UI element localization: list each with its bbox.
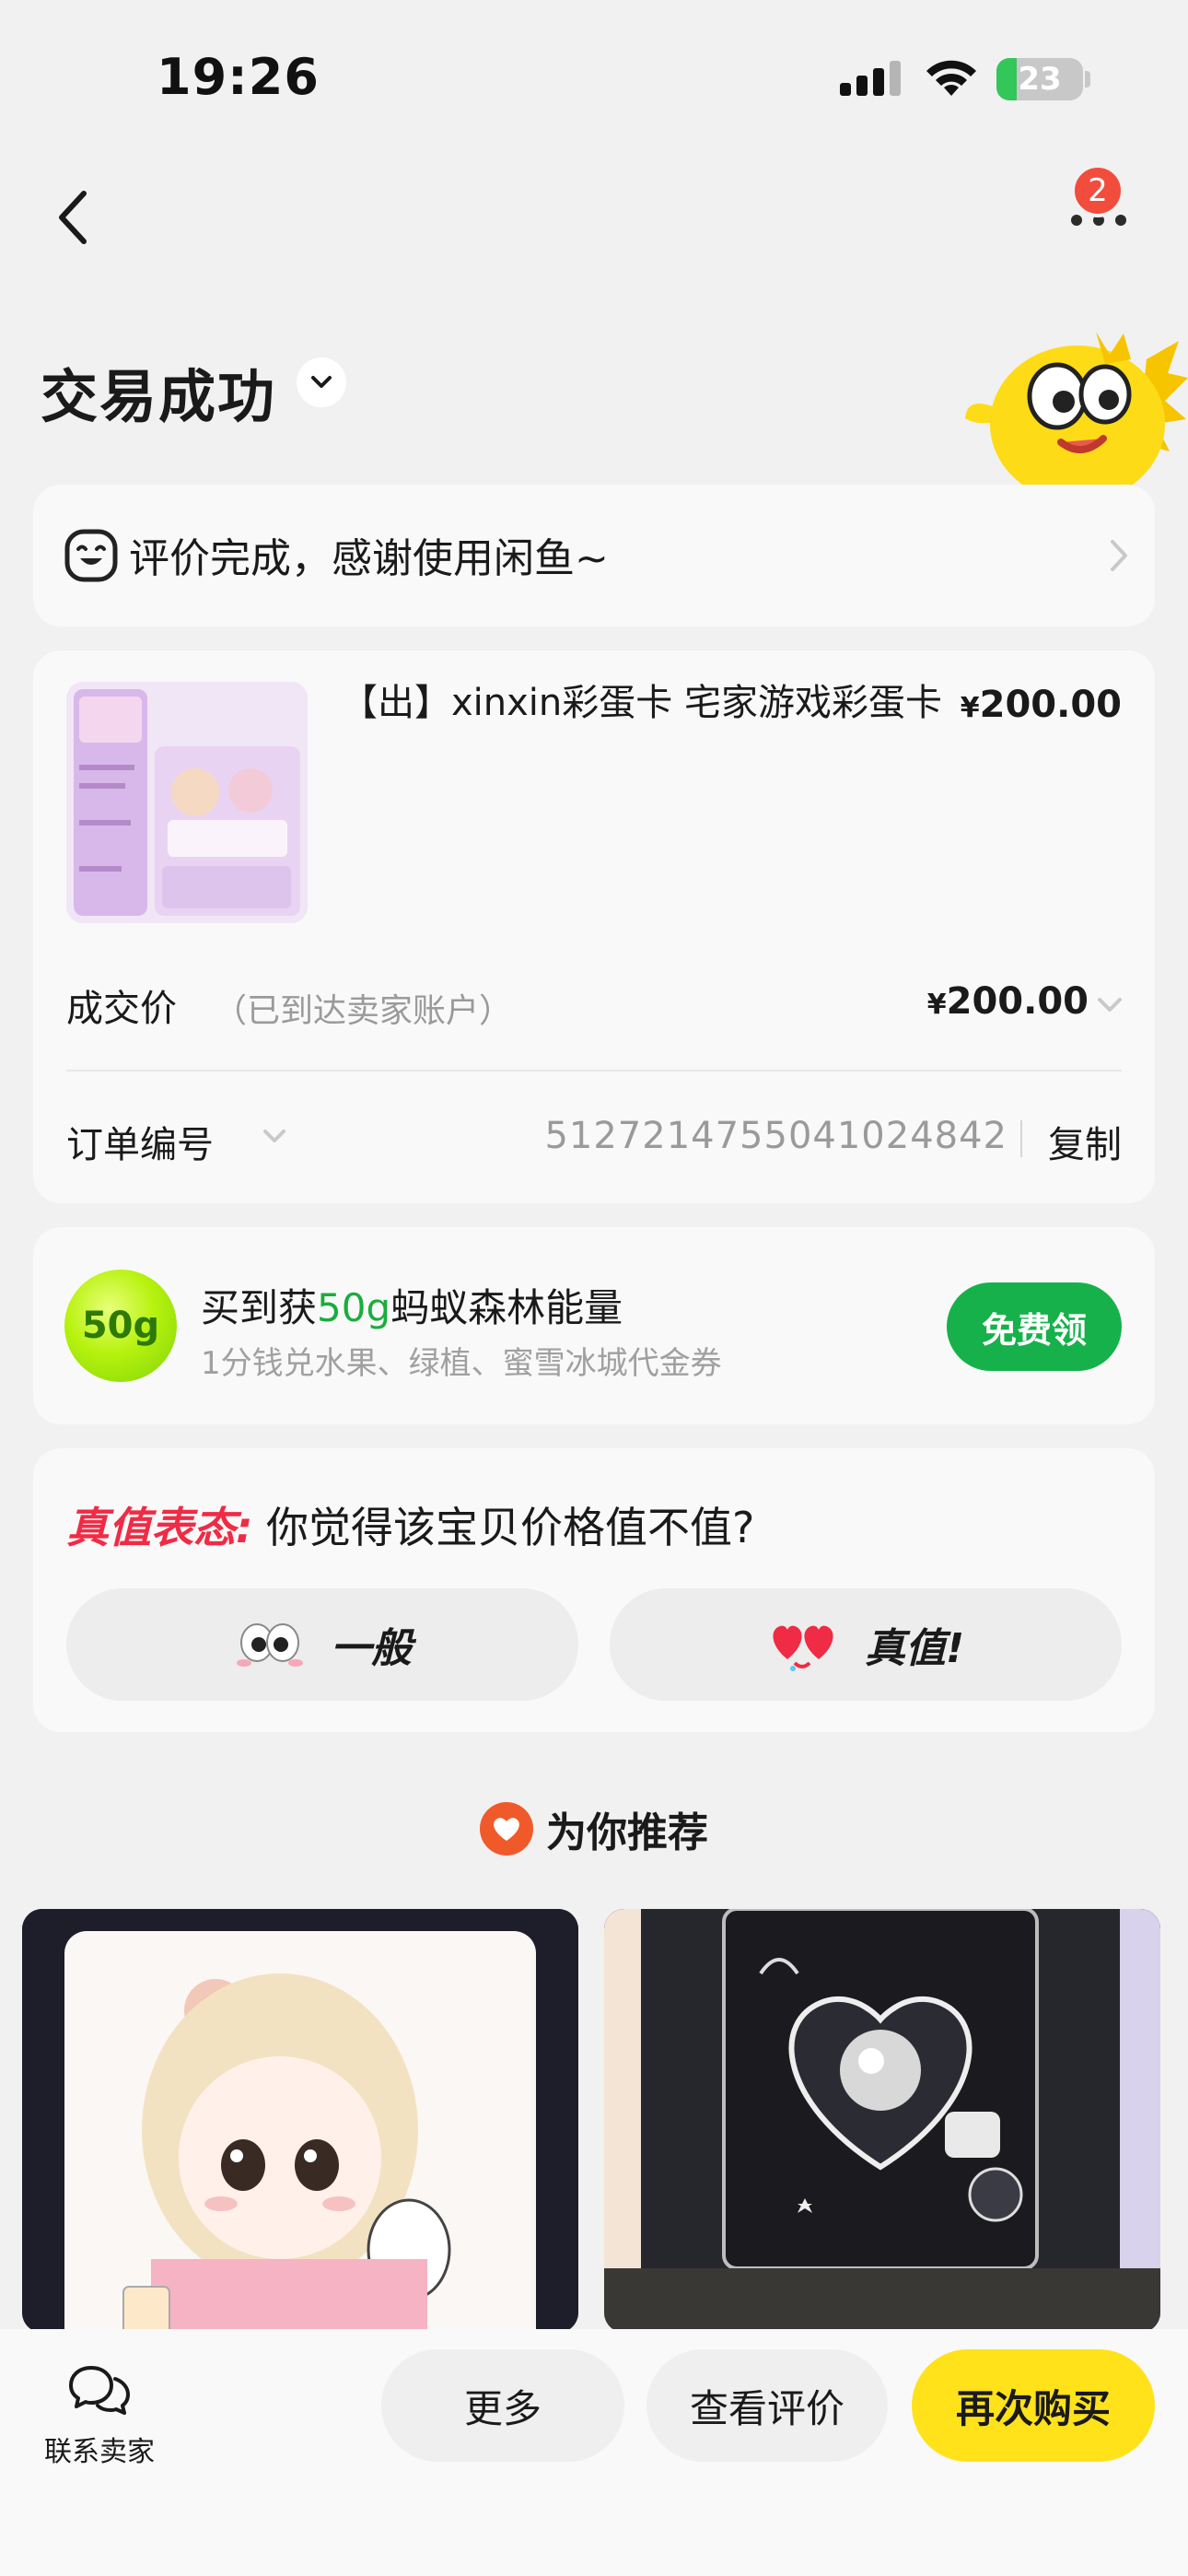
recommend-item-image[interactable] (22, 1909, 578, 2333)
value-poll-question: 真值表态: 你觉得该宝贝价格值不值? (66, 1494, 754, 1555)
energy-subtitle: 1分钱兑水果、绿植、蜜雪冰城代金券 (201, 1345, 722, 1382)
recommend-item-image[interactable] (604, 1909, 1160, 2333)
smile-icon (64, 529, 118, 582)
product-price: ¥200.00 (961, 684, 1122, 726)
energy-amount: 50g (317, 1285, 391, 1330)
review-complete-text: 评价完成，感谢使用闲鱼~ (129, 535, 609, 582)
option-meh-button[interactable]: 一般 (66, 1588, 578, 1701)
status-time: 19:26 (157, 48, 320, 106)
fish-mascot-image (965, 332, 1188, 488)
contact-seller-label: 联系卖家 (44, 2436, 155, 2468)
buy-again-button[interactable]: 再次购买 (912, 2349, 1155, 2462)
cellular-signal-icon (840, 61, 901, 96)
view-review-button[interactable]: 查看评价 (646, 2349, 888, 2462)
deal-price[interactable]: ¥200.00 (927, 980, 1089, 1023)
eyes-emoji-icon (237, 1623, 303, 1667)
back-arrow-icon (59, 191, 87, 244)
order-card: 【出】xinxin彩蛋卡 宅家游戏彩蛋卡 ¥200.00 成交价 （已到达卖家账… (33, 650, 1155, 1203)
energy-badge: 50g (64, 1270, 177, 1382)
more-dots-icon (1071, 215, 1082, 226)
heart-eyes-emoji-icon (773, 1625, 833, 1671)
currency-symbol: ¥ (926, 989, 947, 1021)
status-expand-button[interactable] (297, 357, 346, 407)
battery-level-text: 23 (1018, 61, 1062, 98)
chevron-down-icon[interactable] (1094, 991, 1125, 1019)
copy-button[interactable]: 复制 (1048, 1115, 1122, 1168)
energy-title: 买到获50g蚂蚁森林能量 (201, 1277, 623, 1333)
review-complete-banner[interactable]: 评价完成，感谢使用闲鱼~ (33, 485, 1155, 626)
heart-icon (480, 1802, 533, 1856)
product-thumbnail[interactable] (66, 682, 308, 923)
chat-bubble-icon (69, 2366, 130, 2415)
energy-title-prefix: 买到获 (201, 1285, 318, 1330)
option-worth-button[interactable]: 真值! (610, 1588, 1122, 1701)
battery-icon: 23 (996, 58, 1083, 100)
currency-symbol: ¥ (960, 692, 980, 724)
recommend-header: 为你推荐 (0, 1797, 1188, 1861)
deal-price-note: （已到达卖家账户） (214, 992, 513, 1030)
deal-price-value: 200.00 (946, 980, 1089, 1023)
more-button[interactable]: 更多 (381, 2349, 624, 2462)
divider (1020, 1120, 1022, 1157)
chevron-down-icon (311, 376, 332, 388)
recommend-title: 为你推荐 (546, 1809, 708, 1856)
divider (66, 1070, 1122, 1071)
product-price-value: 200.00 (979, 684, 1122, 726)
option-worth-label: 真值! (864, 1625, 965, 1672)
value-poll-card: 真值表态: 你觉得该宝贝价格值不值? 一般 真值! (33, 1448, 1155, 1732)
product-title[interactable]: 【出】xinxin彩蛋卡 宅家游戏彩蛋卡 (341, 680, 976, 726)
option-meh-label: 一般 (331, 1625, 412, 1672)
battery-cap (1085, 71, 1090, 88)
more-dot (1115, 215, 1126, 226)
back-button[interactable] (41, 181, 105, 254)
page-title: 交易成功 (41, 363, 277, 430)
claim-button[interactable]: 免费领 (947, 1282, 1122, 1371)
chevron-right-icon (1111, 540, 1127, 571)
forest-energy-card: 50g 买到获50g蚂蚁森林能量 1分钱兑水果、绿植、蜜雪冰城代金券 免费领 (33, 1227, 1155, 1424)
notification-badge: 2 (1071, 164, 1124, 217)
status-bar: 19:26 23 (0, 0, 1188, 157)
value-poll-text: 你觉得该宝贝价格值不值? (252, 1503, 755, 1552)
order-number: 5127214755041024842 (544, 1115, 1007, 1157)
deal-price-label: 成交价 (66, 988, 177, 1030)
chevron-down-icon[interactable] (260, 1124, 289, 1150)
wifi-icon (926, 60, 976, 96)
contact-seller-button[interactable]: 联系卖家 (26, 2360, 173, 2489)
order-number-label: 订单编号 (66, 1124, 214, 1166)
value-poll-tag: 真值表态: (66, 1503, 253, 1552)
energy-title-suffix: 蚂蚁森林能量 (390, 1285, 623, 1330)
bottom-action-bar: 联系卖家 更多 查看评价 再次购买 (0, 2329, 1188, 2576)
